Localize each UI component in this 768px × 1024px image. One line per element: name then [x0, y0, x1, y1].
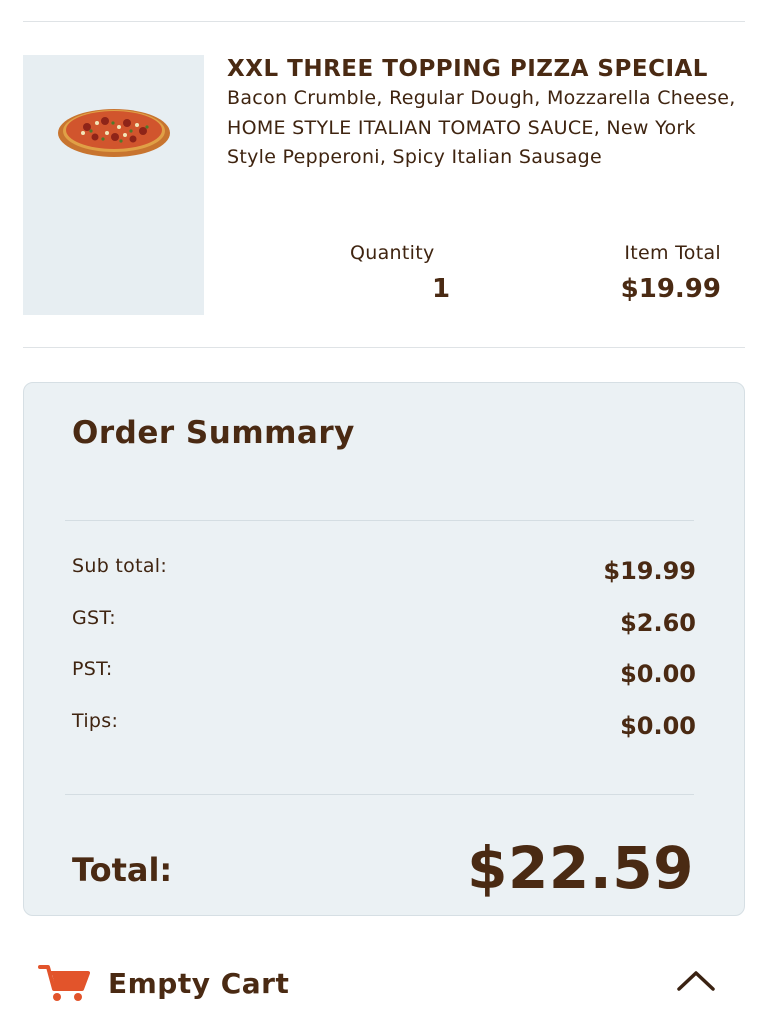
cart-page: XXL THREE TOPPING PIZZA SPECIAL Bacon Cr…	[0, 0, 768, 1024]
tips-row: Tips: $0.00	[72, 708, 696, 740]
total-label: Total:	[72, 851, 173, 889]
empty-cart-label: Empty Cart	[108, 966, 290, 1000]
order-summary-title: Order Summary	[72, 415, 355, 451]
gst-value: $2.60	[620, 609, 696, 637]
cart-icon	[38, 965, 90, 1001]
gst-row: GST: $2.60	[72, 605, 696, 637]
subtotal-value: $19.99	[603, 557, 696, 585]
quantity-label: Quantity	[350, 242, 435, 264]
empty-cart-button[interactable]: Empty Cart	[38, 955, 728, 1011]
item-divider	[23, 347, 745, 348]
gst-label: GST:	[72, 607, 116, 629]
quantity-value: 1	[432, 274, 451, 304]
total-value: $22.59	[467, 834, 694, 902]
subtotal-label: Sub total:	[72, 555, 168, 577]
tips-label: Tips:	[72, 710, 119, 732]
item-image[interactable]	[23, 55, 204, 315]
top-divider	[23, 21, 745, 22]
summary-divider-top	[65, 520, 694, 521]
item-title[interactable]: XXL THREE TOPPING PIZZA SPECIAL	[227, 56, 737, 82]
pst-label: PST:	[72, 658, 113, 680]
item-total-label: Item Total	[624, 242, 721, 264]
item-description: Bacon Crumble, Regular Dough, Mozzarella…	[227, 87, 736, 168]
pst-row: PST: $0.00	[72, 656, 696, 688]
pst-value: $0.00	[620, 660, 696, 688]
item-total-value: $19.99	[620, 274, 721, 304]
pizza-image	[58, 109, 170, 157]
chevron-up-icon[interactable]	[676, 967, 716, 995]
tips-value: $0.00	[620, 712, 696, 740]
subtotal-row: Sub total: $19.99	[72, 553, 696, 585]
order-summary-card: Order Summary Sub total: $19.99 GST: $2.…	[23, 382, 745, 916]
summary-divider-bottom	[65, 794, 694, 795]
item-info: XXL THREE TOPPING PIZZA SPECIAL Bacon Cr…	[227, 56, 737, 173]
